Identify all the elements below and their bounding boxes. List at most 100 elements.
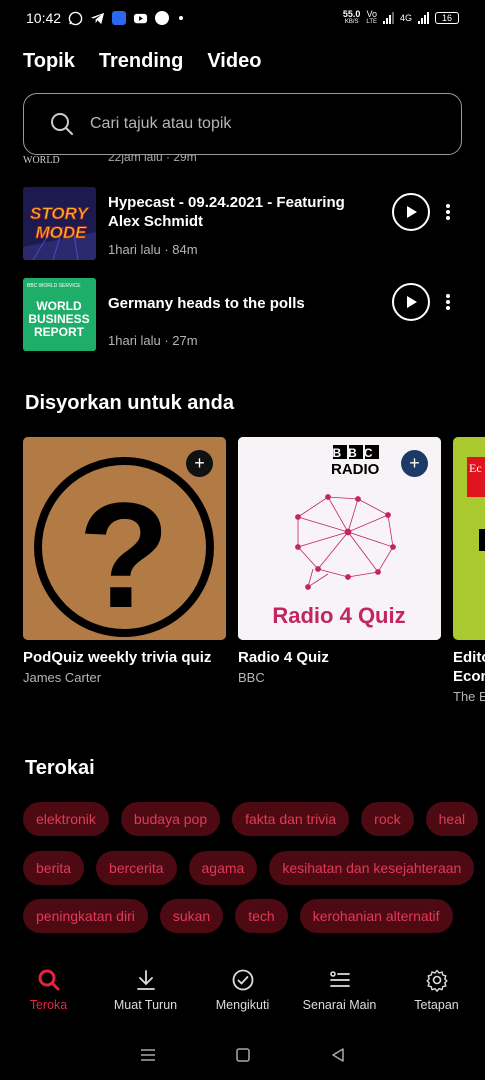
telegram-icon [90, 12, 105, 24]
podcast-card[interactable]: Ec Edito Econ The E [453, 437, 485, 704]
back-icon[interactable] [331, 1048, 345, 1062]
signal-2-icon [418, 12, 429, 24]
nav-label: Senarai Main [302, 998, 377, 1012]
episode-item[interactable]: BBC WORLD SERVICE WORLD BUSINESS REPORT … [23, 278, 463, 352]
messenger-icon [155, 11, 170, 25]
whatsapp-icon [68, 11, 83, 25]
signal-1-icon [382, 12, 394, 24]
artwork-bbc-letters: BBC [333, 446, 380, 460]
recommended-section-title: Disyorkan untuk anda [25, 392, 234, 414]
nav-mengikuti[interactable]: Mengikuti [194, 968, 291, 1030]
chip-heal[interactable]: heal [425, 802, 479, 836]
artwork-radio4-quiz: Radio 4 Quiz [272, 603, 405, 628]
artwork-text-mode: MODE [36, 223, 88, 242]
status-bar: 10:42 55.0 KB/S Vo LTE 4G 16 [0, 0, 485, 36]
episode-item[interactable]: STORY MODE Hypecast - 09.24.2021 - Featu… [23, 187, 463, 261]
tab-trending[interactable]: Trending [99, 50, 183, 73]
nav-label: Muat Turun [113, 998, 178, 1012]
add-button[interactable]: + [186, 450, 213, 477]
nav-label: Mengikuti [215, 998, 270, 1012]
artwork-economist-text: Ec [469, 461, 482, 475]
download-icon [136, 970, 155, 990]
artwork-text-business: BUSINESS [28, 312, 89, 326]
episode-title[interactable]: Germany heads to the polls [108, 294, 380, 313]
home-icon[interactable] [236, 1048, 251, 1062]
podcast-artwork: BBC RADIO Radio 4 Quiz + [238, 437, 441, 640]
podcast-artwork: Ec [453, 437, 485, 640]
battery-level: 16 [441, 13, 452, 23]
nav-teroka[interactable]: Teroka [0, 968, 97, 1030]
episode-meta: 1hari lalu · 27m [108, 333, 198, 348]
chip-kerohanian-alternatif[interactable]: kerohanian alternatif [299, 899, 453, 933]
play-button[interactable] [392, 283, 430, 321]
add-button[interactable]: + [401, 450, 428, 477]
nav-label: Tetapan [414, 998, 459, 1012]
podcast-author: James Carter [23, 670, 102, 685]
episode-artwork: STORY MODE [23, 187, 96, 260]
podcast-author: BBC [238, 670, 265, 685]
chip-kesihatan[interactable]: kesihatan dan kesejahteraan [269, 851, 475, 885]
chip-budaya-pop[interactable]: budaya pop [120, 802, 221, 836]
more-options-icon[interactable] [442, 202, 454, 222]
podcast-card[interactable]: BBC RADIO Radio 4 Quiz + Radio 4 Quiz BB… [238, 437, 441, 685]
chip-rock[interactable]: rock [361, 802, 414, 836]
chip-sukan[interactable]: sukan [159, 899, 224, 933]
episode-title[interactable]: Hypecast - 09.24.2021 - Featuring Alex S… [108, 193, 380, 231]
podcast-title: Radio 4 Quiz [238, 649, 329, 666]
net-speed-unit: KB/S [344, 19, 359, 25]
bottom-nav: Teroka Muat Turun Mengikuti Senarai Main… [0, 968, 485, 1030]
youtube-icon [133, 13, 148, 23]
podcast-author: The E [453, 689, 485, 704]
net-speed-value: 55.0 [342, 9, 361, 19]
volte-label: Vo [366, 9, 377, 19]
nav-tetapan[interactable]: Tetapan [388, 968, 485, 1030]
podcast-title: PodQuiz weekly trivia quiz [23, 649, 212, 666]
episode-meta: 1hari lalu · 84m [108, 242, 198, 257]
system-nav-bar [0, 1040, 485, 1070]
episode-artwork: BBC WORLD SERVICE WORLD BUSINESS REPORT [23, 278, 96, 351]
chip-peningkatan-diri[interactable]: peningkatan diri [23, 899, 148, 933]
podcast-title-line2: Econ [453, 668, 485, 685]
chip-fakta-dan-trivia[interactable]: fakta dan trivia [232, 802, 350, 836]
explore-section-title: Terokai [25, 757, 95, 779]
network-speed: 55.0 KB/S [343, 10, 361, 26]
menu-icon[interactable] [140, 1048, 156, 1062]
artwork-brand: BBC WORLD SERVICE [27, 283, 81, 289]
partial-episode-brand: WORLD [23, 155, 60, 166]
chip-bercerita[interactable]: bercerita [96, 851, 177, 885]
search-input[interactable]: Cari tajuk atau topik [23, 93, 462, 155]
search-icon [38, 969, 59, 991]
notification-dot-icon [179, 16, 184, 20]
artwork-radio: RADIO [331, 461, 380, 478]
top-tabs: Topik Trending Video [23, 50, 261, 73]
nav-label: Teroka [29, 998, 68, 1012]
chip-tech[interactable]: tech [235, 899, 288, 933]
artwork-shape [479, 529, 485, 551]
battery-icon: 16 [435, 12, 459, 24]
volte-indicator: Vo LTE [366, 10, 377, 26]
status-time: 10:42 [26, 10, 62, 26]
chip-elektronik[interactable]: elektronik [23, 802, 109, 836]
plus-icon: + [409, 453, 420, 473]
artwork-economist-logo: Ec [467, 457, 485, 497]
podcast-artwork: ? + [23, 437, 226, 640]
tab-topik[interactable]: Topik [23, 50, 75, 73]
tab-video[interactable]: Video [207, 50, 261, 73]
playlist-icon [329, 971, 350, 987]
artwork-question-mark: ? [78, 471, 170, 639]
artwork-text-world: WORLD [36, 299, 82, 313]
chip-agama[interactable]: agama [188, 851, 258, 885]
podcast-title: Edito [453, 649, 485, 666]
podcast-card[interactable]: ? + PodQuiz weekly trivia quiz James Car… [23, 437, 226, 685]
chip-berita[interactable]: berita [23, 851, 85, 885]
nav-muat-turun[interactable]: Muat Turun [97, 968, 194, 1030]
more-options-icon[interactable] [442, 292, 454, 312]
lte-label: LTE [366, 19, 377, 25]
chip-row: peningkatan diri sukan tech kerohanian a… [23, 899, 453, 933]
chip-row: berita bercerita agama kesihatan dan kes… [23, 851, 475, 885]
search-icon [51, 113, 73, 135]
play-button[interactable] [392, 193, 430, 231]
artwork-text-report: REPORT [34, 325, 85, 339]
plus-icon: + [194, 453, 205, 473]
nav-senarai-main[interactable]: Senarai Main [291, 968, 388, 1030]
